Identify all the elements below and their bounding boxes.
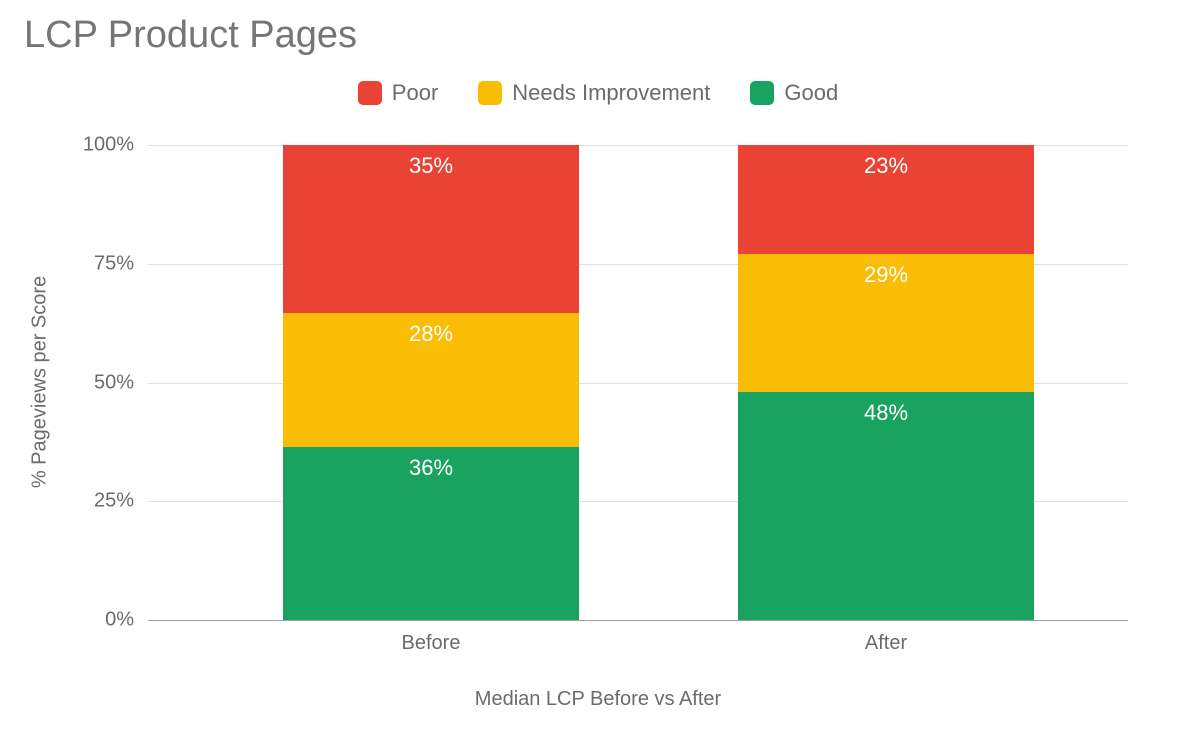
plot-area: 100% 75% 50% 25% 0% 36% 28% 35% Before 4… — [148, 145, 1128, 620]
bar-seg-needs-improvement: 29% — [738, 254, 1034, 392]
y-axis-title: % Pageviews per Score — [29, 276, 52, 488]
category-label-before: Before — [402, 620, 461, 655]
legend-item-needs-improvement: Needs Improvement — [478, 80, 710, 106]
bar-seg-good: 48% — [738, 392, 1034, 620]
y-tick-label: 0% — [105, 609, 148, 632]
data-label: 35% — [283, 153, 579, 179]
legend-item-good: Good — [750, 80, 838, 106]
data-label: 29% — [738, 262, 1034, 288]
legend-swatch-poor — [358, 81, 382, 105]
y-tick-label: 25% — [94, 490, 148, 513]
bar-before: 36% 28% 35% — [283, 145, 579, 620]
chart-legend: Poor Needs Improvement Good — [0, 80, 1196, 106]
y-tick-label: 100% — [83, 134, 148, 157]
data-label: 48% — [738, 400, 1034, 426]
x-axis-baseline — [148, 620, 1128, 621]
chart-title: LCP Product Pages — [24, 14, 357, 57]
category-label-after: After — [865, 620, 907, 655]
bar-seg-poor: 23% — [738, 145, 1034, 254]
legend-swatch-needs-improvement — [478, 81, 502, 105]
legend-item-poor: Poor — [358, 80, 438, 106]
legend-label: Good — [784, 80, 838, 106]
data-label: 28% — [283, 321, 579, 347]
y-tick-label: 50% — [94, 371, 148, 394]
bar-after: 48% 29% 23% — [738, 145, 1034, 620]
legend-label: Needs Improvement — [512, 80, 710, 106]
data-label: 36% — [283, 455, 579, 481]
y-tick-label: 75% — [94, 252, 148, 275]
stacked-bar-chart: LCP Product Pages Poor Needs Improvement… — [0, 0, 1196, 738]
bar-seg-poor: 35% — [283, 145, 579, 313]
legend-label: Poor — [392, 80, 438, 106]
data-label: 23% — [738, 153, 1034, 179]
bar-seg-good: 36% — [283, 447, 579, 620]
bar-seg-needs-improvement: 28% — [283, 313, 579, 447]
legend-swatch-good — [750, 81, 774, 105]
x-axis-title: Median LCP Before vs After — [0, 688, 1196, 711]
